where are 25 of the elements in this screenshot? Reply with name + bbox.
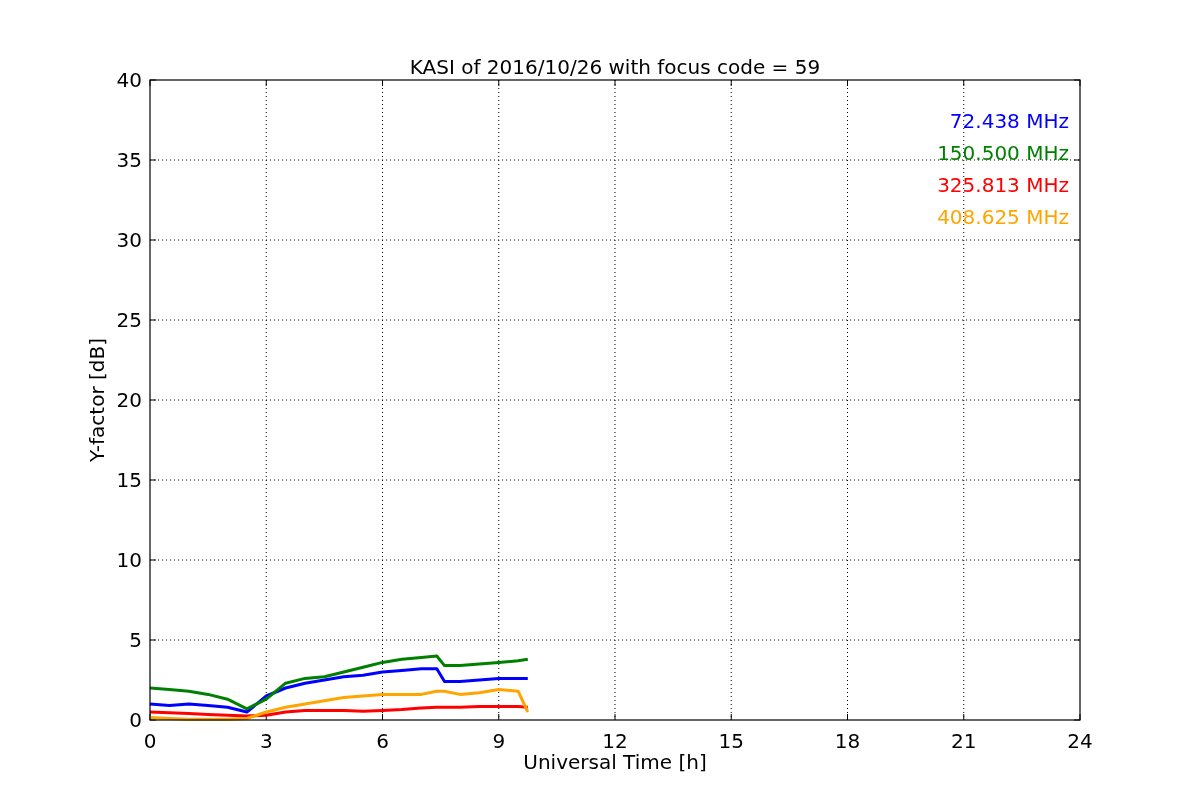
legend-label: 408.625 MHz [937, 205, 1069, 229]
y-tick-label: 35 [116, 148, 142, 172]
x-axis-label: Universal Time [h] [523, 750, 707, 774]
y-axis-label: Y-factor [dB] [85, 338, 109, 462]
legend-label: 72.438 MHz [949, 109, 1069, 133]
x-tick-label: 12 [602, 729, 628, 753]
x-tick-label: 3 [259, 729, 273, 753]
y-tick-label: 20 [116, 388, 142, 412]
y-tick-label: 40 [116, 68, 142, 92]
y-tick-label: 0 [129, 708, 142, 732]
y-tick-label: 10 [116, 548, 142, 572]
x-tick-label: 9 [492, 729, 506, 753]
chart-title: KASI of 2016/10/26 with focus code = 59 [409, 55, 821, 79]
legend-label: 150.500 MHz [937, 141, 1069, 165]
y-tick-label: 5 [129, 628, 142, 652]
y-tick-label: 15 [116, 468, 142, 492]
x-tick-label: 0 [143, 729, 157, 753]
x-tick-label: 21 [951, 729, 977, 753]
y-tick-label: 25 [116, 308, 142, 332]
x-tick-label: 6 [376, 729, 389, 753]
y-tick-label: 30 [116, 228, 142, 252]
x-tick-label: 18 [834, 729, 861, 753]
x-tick-label: 15 [718, 729, 744, 753]
x-tick-label: 24 [1067, 729, 1093, 753]
legend-label: 325.813 MHz [937, 173, 1069, 197]
